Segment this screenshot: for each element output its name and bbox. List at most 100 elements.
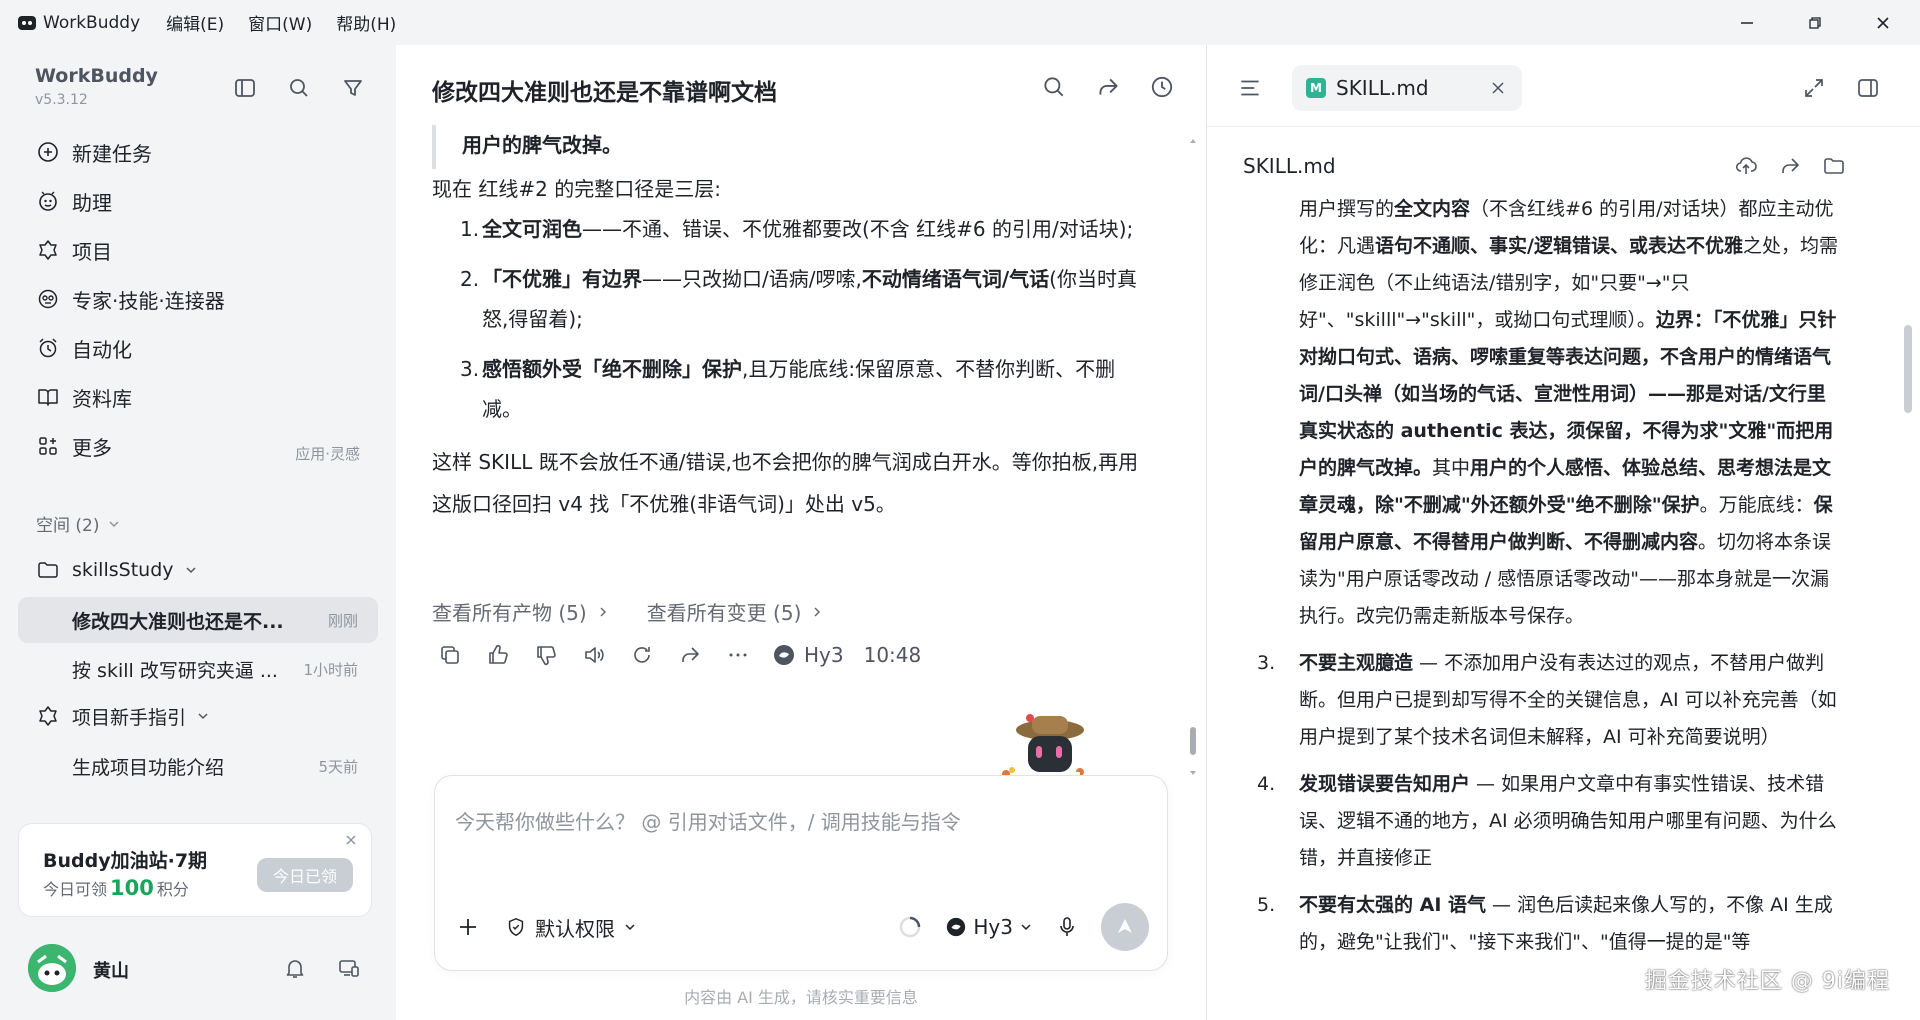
promo-suffix: 积分	[156, 880, 189, 899]
close-tab-icon[interactable]	[1490, 80, 1506, 96]
claimed-button[interactable]: 今日已领	[257, 858, 353, 892]
list-item-bold: 全文可润色	[482, 217, 582, 241]
chevron-down-icon	[184, 563, 198, 577]
folder-icon	[36, 558, 60, 582]
regenerate-icon[interactable]	[628, 641, 656, 669]
nav-new-task[interactable]: 新建任务	[36, 137, 152, 167]
document-list-item: 4. 发现错误要告知用户 — 如果用户文章中有事实性错误、技术错误、逻辑不通的地方…	[1243, 766, 1843, 877]
view-artifacts-link[interactable]: 查看所有产物 (5)	[432, 597, 609, 626]
markdown-file-icon: M	[1306, 78, 1326, 98]
doc-bold: 不要有太强的 AI 语气	[1299, 894, 1487, 916]
model-logo-icon	[772, 643, 796, 667]
app-name: WorkBuddy	[43, 12, 141, 33]
search-icon[interactable]	[286, 75, 312, 101]
promo-points: 100	[110, 876, 154, 900]
assistant-icon	[36, 189, 60, 213]
loading-spinner-icon	[897, 914, 923, 940]
close-icon[interactable]	[343, 832, 359, 848]
scrollbar-thumb[interactable]	[1190, 727, 1196, 755]
permission-select[interactable]: 默认权限	[505, 913, 637, 942]
minimize-icon[interactable]	[1736, 12, 1758, 34]
expand-icon[interactable]	[1801, 75, 1827, 101]
nav-label: 更多	[72, 435, 112, 460]
thread-time: 5天前	[318, 757, 358, 776]
folder-onboarding[interactable]: 项目新手指引	[36, 701, 222, 731]
bell-icon[interactable]	[282, 955, 308, 981]
nav-automation[interactable]: 自动化	[36, 333, 132, 363]
send-button[interactable]	[1101, 903, 1149, 951]
menu-help[interactable]: 帮助(H)	[336, 10, 396, 35]
document-list-item: 3. 不要主观臆造 — 不添加用户没有表达过的观点，不替用户做判断。但用户已提到却…	[1243, 645, 1843, 756]
nav-library[interactable]: 资料库	[36, 382, 132, 412]
menu-edit[interactable]: 编辑(E)	[166, 10, 224, 35]
thread-item[interactable]: 按 skill 改写研究夹逼 ... 1小时前	[18, 646, 378, 692]
outline-menu-icon[interactable]	[1237, 75, 1263, 101]
panel-toggle-icon[interactable]	[232, 75, 258, 101]
scrollbar[interactable]	[1190, 137, 1196, 777]
search-icon[interactable]	[1040, 73, 1068, 101]
menu-window[interactable]: 窗口(W)	[248, 10, 312, 35]
message-composer[interactable]: 今天帮你做些什么？ @ 引用对话文件，/ 调用技能与指令 默认权限 Hy3	[434, 775, 1168, 971]
doc-text: 其中	[1432, 457, 1471, 479]
page-title: 修改四大准则也还是不靠谱啊文档	[432, 80, 777, 106]
copy-icon[interactable]	[436, 641, 464, 669]
list-number: 1.	[460, 217, 480, 241]
book-icon	[36, 385, 60, 409]
chevron-right-icon	[811, 606, 823, 618]
tab-label: SKILL.md	[1336, 76, 1429, 100]
folder-skillsstudy[interactable]: skillsStudy	[36, 555, 210, 585]
model-select[interactable]: Hy3	[945, 915, 1033, 939]
thread-time: 刚刚	[327, 611, 358, 630]
space-section-toggle[interactable]: 空间 (2)	[36, 511, 121, 536]
share-icon[interactable]	[676, 641, 704, 669]
share-icon[interactable]	[1094, 73, 1122, 101]
thread-title: 修改四大准则也还是不...	[72, 610, 284, 633]
thumbs-down-icon[interactable]	[532, 641, 560, 669]
devices-icon[interactable]	[336, 955, 362, 981]
restore-icon[interactable]	[1804, 12, 1826, 34]
list-item: 1. 全文可润色——不通、错误、不优雅都要改(不含 红线#6 的引用/对话块);	[432, 209, 1152, 249]
document-paragraph: 用户撰写的全文内容（不含红线#6 的引用/对话块）都应主动优化：凡遇语句不通顺、…	[1243, 191, 1843, 635]
nav-label: 助理	[72, 190, 112, 215]
doc-bold: 语句不通顺、事实/逻辑错误、或表达不优雅	[1375, 235, 1743, 257]
thread-item-active[interactable]: 修改四大准则也还是不... 刚刚	[18, 597, 378, 643]
more-icon[interactable]	[724, 641, 752, 669]
nav-project[interactable]: 项目	[36, 235, 112, 265]
share-icon[interactable]	[1777, 153, 1803, 179]
tab-skill-md[interactable]: M SKILL.md	[1292, 65, 1522, 111]
side-panel-icon[interactable]	[1855, 75, 1881, 101]
document-list-item: 5. 不要有太强的 AI 语气 — 润色后读起来像人写的，不像 AI 生成的，避免…	[1243, 887, 1843, 961]
speaker-icon[interactable]	[580, 641, 608, 669]
promo-card: Buddy加油站·7期 今日可领 100 积分 今日已领	[18, 823, 372, 917]
nav-expert-skill-connector[interactable]: 专家·技能·连接器	[36, 284, 225, 314]
assistant-message: 用户的脾气改掉。 现在 红线#2 的完整口径是三层: 1. 全文可润色——不通、错…	[432, 125, 1152, 525]
quote-block: 用户的脾气改掉。	[432, 125, 1152, 169]
doc-bold: 发现错误要告知用户	[1299, 773, 1471, 795]
scrollbar-thumb[interactable]	[1904, 325, 1912, 413]
filter-icon[interactable]	[340, 75, 366, 101]
nav-label: 项目	[72, 239, 112, 264]
view-changes-link[interactable]: 查看所有变更 (5)	[647, 597, 824, 626]
plus-icon[interactable]	[455, 914, 481, 940]
nav-label: 自动化	[72, 337, 132, 362]
link-label: 查看所有产物 (5)	[432, 601, 587, 625]
thumbs-up-icon[interactable]	[484, 641, 512, 669]
microphone-icon[interactable]	[1055, 915, 1079, 939]
list-number: 4.	[1257, 773, 1276, 795]
doc-text: 。万能底线：	[1699, 494, 1814, 516]
history-icon[interactable]	[1148, 73, 1176, 101]
list-item: 3. 感悟额外受「绝不删除」保护,且万能底线:保留原意、不替你判断、不删减。	[432, 349, 1152, 429]
expert-icon	[36, 287, 60, 311]
avatar[interactable]	[28, 944, 76, 992]
thread-item[interactable]: 生成项目功能介绍 5天前	[18, 743, 378, 789]
composer-placeholder[interactable]: 今天帮你做些什么？ @ 引用对话文件，/ 调用技能与指令	[455, 806, 961, 835]
nav-more[interactable]: 更多	[36, 431, 112, 461]
sidebar-brand: WorkBuddy	[35, 65, 158, 87]
folder-open-icon[interactable]	[1821, 153, 1847, 179]
upload-icon[interactable]	[1733, 153, 1759, 179]
document-panel: M SKILL.md SKILL.md 用户撰写的全文内容（不含红线#6 的引用…	[1207, 45, 1920, 1020]
nav-assistant[interactable]: 助理	[36, 186, 112, 216]
list-item-text: ——不通、错误、不优雅都要改(不含 红线#6 的引用/对话块);	[582, 217, 1134, 241]
promo-subtitle: 今日可领 100 积分	[43, 876, 189, 900]
close-window-icon[interactable]	[1872, 12, 1894, 34]
